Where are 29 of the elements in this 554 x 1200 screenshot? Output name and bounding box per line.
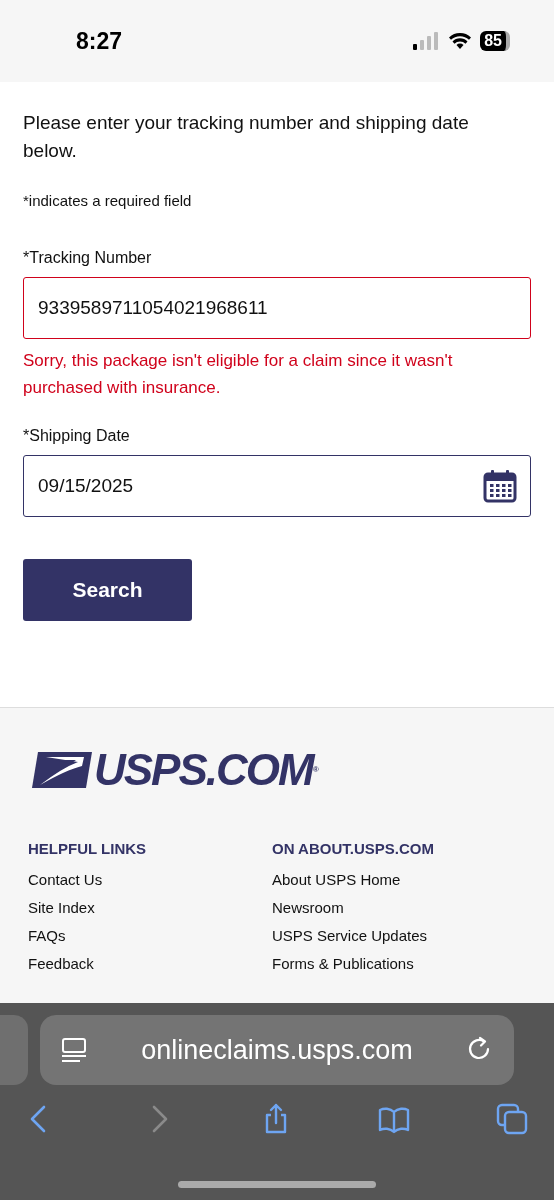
calendar-icon[interactable] bbox=[483, 469, 517, 503]
page-menu-icon[interactable] bbox=[60, 1036, 88, 1064]
eagle-icon bbox=[32, 752, 92, 788]
footer-link[interactable]: Forms & Publications bbox=[272, 950, 516, 978]
footer-heading: ON ABOUT.USPS.COM bbox=[272, 840, 435, 857]
footer-link[interactable]: FAQs bbox=[28, 922, 272, 950]
signal-icon bbox=[412, 32, 441, 50]
footer-link[interactable]: USPS Service Updates bbox=[272, 922, 516, 950]
wifi-icon bbox=[448, 32, 473, 50]
footer-link[interactable]: About USPS Home bbox=[272, 866, 516, 894]
field-label: *Tracking Number bbox=[23, 249, 153, 267]
footer-link[interactable]: Feedback bbox=[28, 950, 272, 978]
footer-link[interactable]: Contact Us bbox=[28, 866, 272, 894]
search-button[interactable]: Search bbox=[23, 559, 192, 621]
url-text: onlineclaims.usps.com bbox=[141, 1034, 413, 1066]
logo-text: USPS.COM$^{®}$ bbox=[94, 750, 319, 790]
address-bar[interactable]: onlineclaims.usps.com bbox=[40, 1015, 514, 1085]
instruction-text: Please enter your tracking number and shipping date below. bbox=[23, 111, 470, 163]
status-time: 8:27 bbox=[76, 27, 123, 55]
footer-link[interactable]: Site Index bbox=[28, 894, 272, 922]
required-note: *indicates a required field bbox=[23, 192, 193, 209]
battery-indicator: 85 bbox=[480, 31, 510, 51]
error-message: Sorry, this package isn't eligible for a claim since it wasn't purchased with insurance. bbox=[23, 350, 454, 399]
footer-heading: HELPFUL LINKS bbox=[28, 840, 148, 857]
tabs-icon[interactable] bbox=[496, 1103, 528, 1135]
footer-link[interactable]: Newsroom bbox=[272, 894, 516, 922]
field-label: *Shipping Date bbox=[23, 427, 131, 445]
tracking-number-field[interactable]: 9339589711054021968611 bbox=[23, 277, 531, 339]
date-field[interactable]: 09/15/2025 bbox=[23, 455, 531, 517]
